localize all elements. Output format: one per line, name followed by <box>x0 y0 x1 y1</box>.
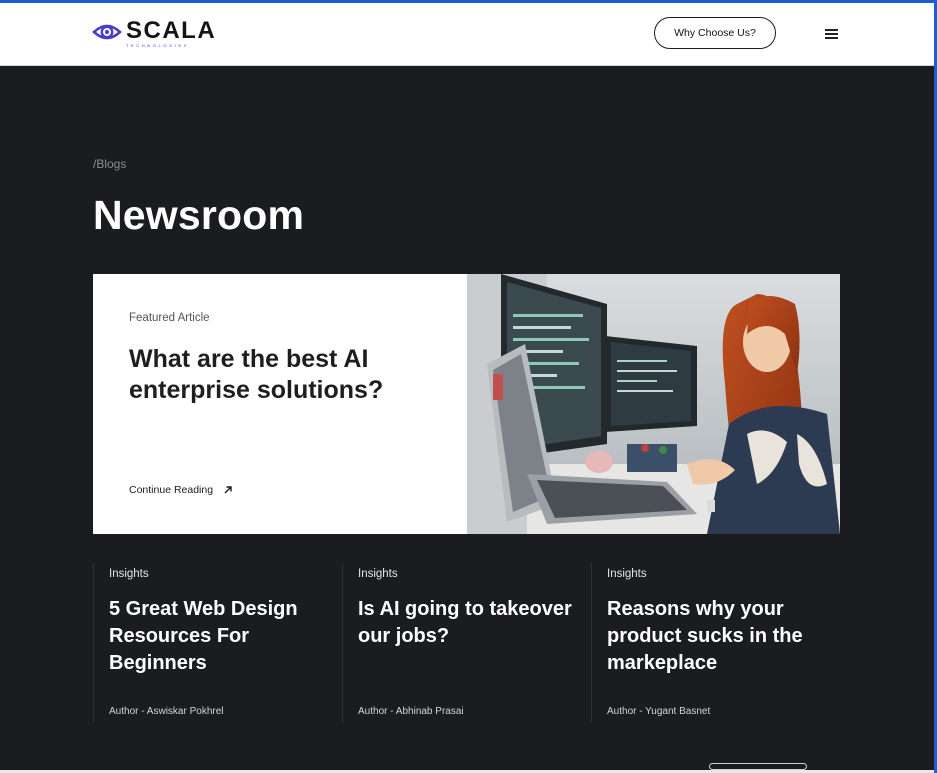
article-author: Author - Yugant Basnet <box>607 706 711 717</box>
article-author: Author - Abhinab Prasai <box>358 706 464 717</box>
article-tag: Insights <box>358 568 398 580</box>
logo-wordmark: SCALA <box>126 17 217 44</box>
featured-title[interactable]: What are the best AI enterprise solution… <box>129 344 429 406</box>
menu-line <box>825 37 838 39</box>
menu-line <box>825 29 838 31</box>
article-title[interactable]: Is AI going to takeover our jobs? <box>358 596 578 650</box>
hamburger-menu-icon[interactable] <box>825 29 838 39</box>
featured-article-card[interactable]: Featured Article What are the best AI en… <box>93 274 840 534</box>
continue-reading-link[interactable]: Continue Reading <box>129 484 233 496</box>
article-card[interactable]: Insights Is AI going to takeover our job… <box>342 563 591 723</box>
article-title[interactable]: 5 Great Web Design Resources For Beginne… <box>109 596 329 677</box>
logo-subtext: TECHNOLOGIES <box>126 43 189 48</box>
article-author: Author - Aswiskar Pokhrel <box>109 706 224 717</box>
article-card[interactable]: Insights 5 Great Web Design Resources Fo… <box>93 563 342 723</box>
site-header: SCALA TECHNOLOGIES Why Choose Us? <box>0 3 934 66</box>
featured-tag: Featured Article <box>129 312 210 324</box>
scroll-indicator[interactable] <box>709 763 807 770</box>
breadcrumb[interactable]: /Blogs <box>93 157 126 171</box>
article-tag: Insights <box>109 568 149 580</box>
continue-reading-label: Continue Reading <box>129 484 214 496</box>
logo[interactable]: SCALA TECHNOLOGIES <box>92 19 216 49</box>
article-card[interactable]: Insights Reasons why your product sucks … <box>591 563 840 723</box>
logo-text-group: SCALA TECHNOLOGIES <box>126 19 216 48</box>
arrow-up-right-icon <box>224 486 232 494</box>
page-title: Newsroom <box>93 192 305 238</box>
menu-line <box>825 33 838 35</box>
article-tag: Insights <box>607 568 647 580</box>
why-choose-us-button[interactable]: Why Choose Us? <box>654 17 776 49</box>
featured-image <box>467 274 840 534</box>
article-title[interactable]: Reasons why your product sucks in the ma… <box>607 596 827 677</box>
article-list: Insights 5 Great Web Design Resources Fo… <box>93 563 840 723</box>
eye-logo-icon <box>92 24 122 40</box>
